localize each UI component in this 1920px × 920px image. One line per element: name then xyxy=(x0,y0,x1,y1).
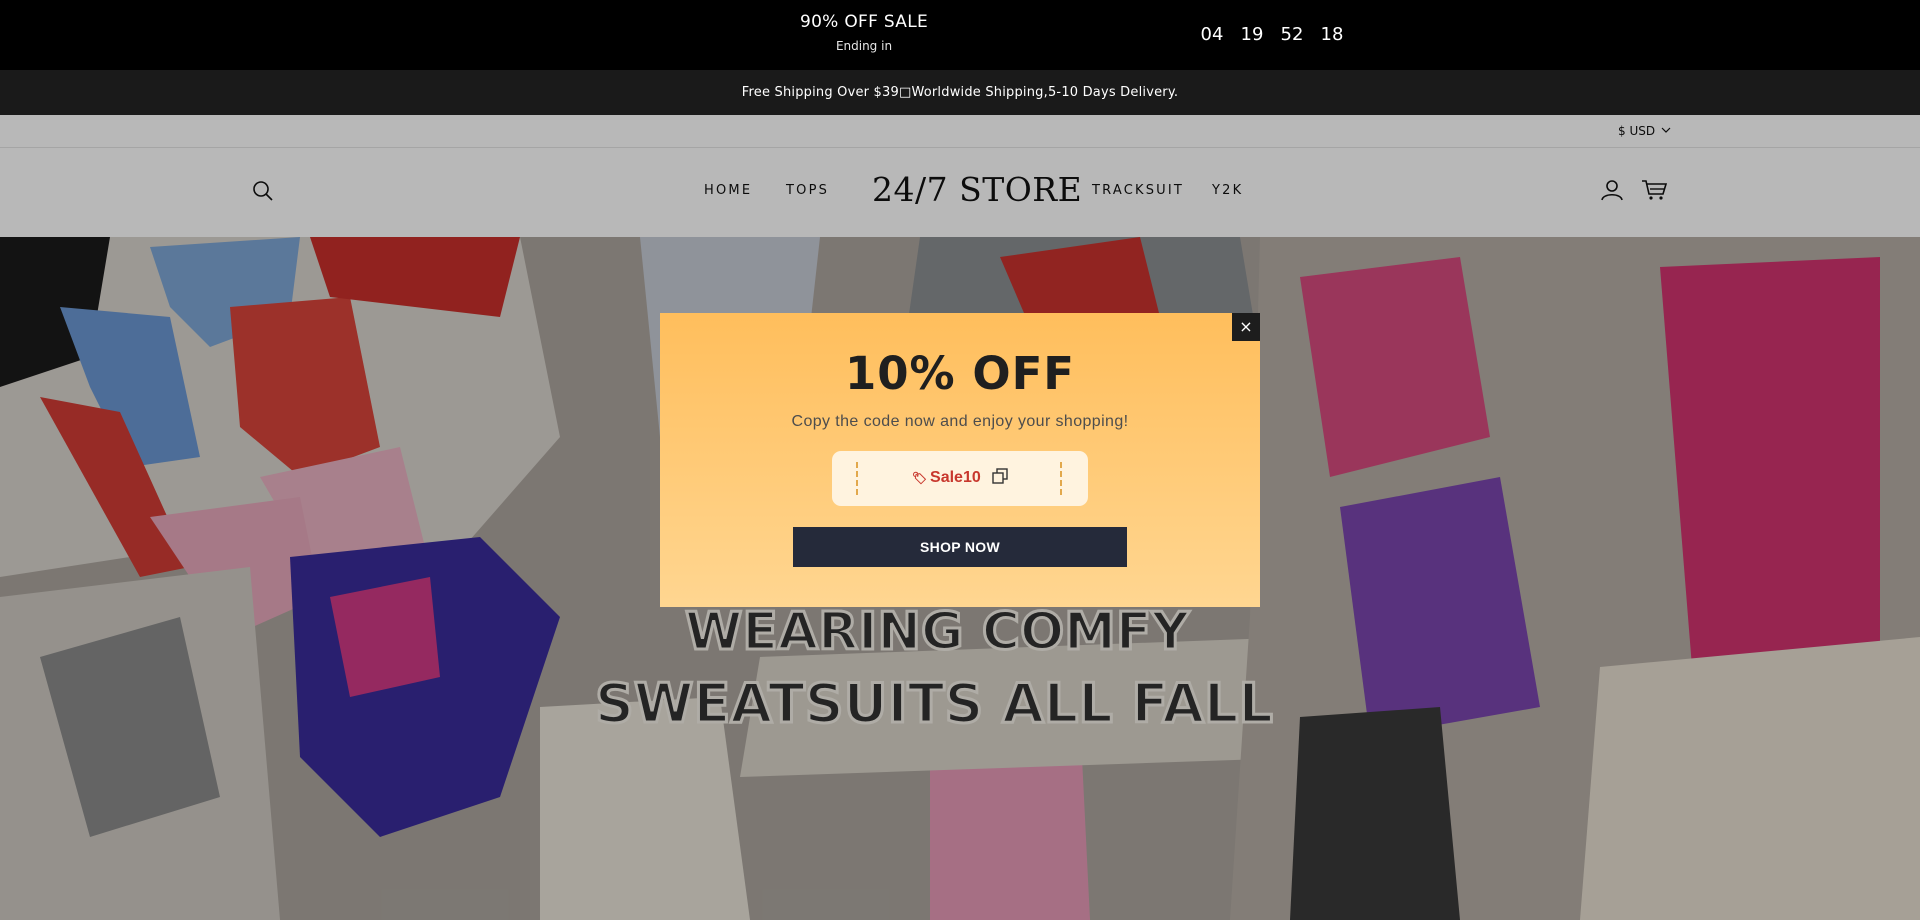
countdown-days: 04 xyxy=(1200,24,1224,45)
coupon-code-row: 🏷 Sale10 xyxy=(832,468,1088,487)
coupon-code: Sale10 xyxy=(930,469,981,486)
popup-headline: 10% OFF xyxy=(844,347,1076,400)
countdown-bar: 90% OFF SALE Ending in 04 19 52 18 xyxy=(0,0,1920,70)
close-button[interactable]: × xyxy=(1232,313,1260,341)
sale-title: 90% OFF SALE xyxy=(799,12,929,32)
shop-now-button[interactable]: SHOP NOW xyxy=(793,527,1127,567)
announcement-bar: Free Shipping Over $39□Worldwide Shippin… xyxy=(0,70,1920,115)
countdown-timer: 04 19 52 18 xyxy=(1192,24,1352,45)
sale-subtitle: Ending in xyxy=(835,39,893,53)
popup-subline: Copy the code now and enjoy your shoppin… xyxy=(791,413,1129,430)
countdown-minutes: 52 xyxy=(1280,24,1304,45)
coupon-code-box[interactable]: 🏷 Sale10 xyxy=(832,451,1088,506)
countdown-seconds: 18 xyxy=(1320,24,1344,45)
tag-icon: 🏷 xyxy=(911,471,928,485)
countdown-hours: 19 xyxy=(1240,24,1264,45)
discount-popup: × 10% OFF Copy the code now and enjoy yo… xyxy=(660,313,1260,607)
sale-text-block: 90% OFF SALE Ending in xyxy=(760,12,968,53)
copy-icon[interactable] xyxy=(992,468,1008,484)
